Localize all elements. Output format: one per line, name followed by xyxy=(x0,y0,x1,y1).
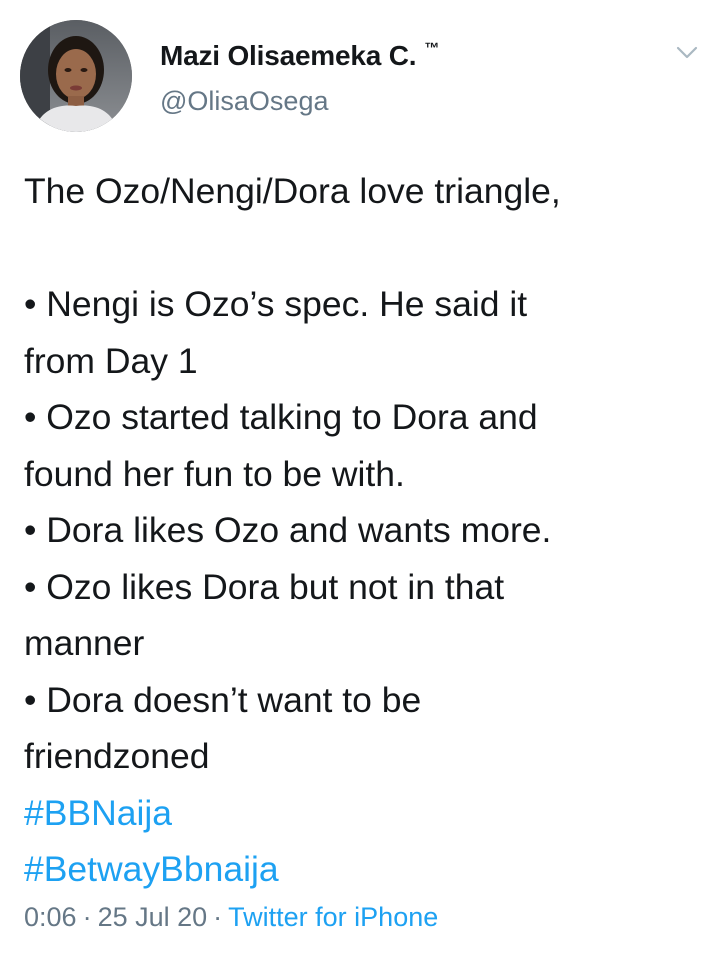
author-name[interactable]: Mazi Olisaemeka C. ™ xyxy=(160,40,439,72)
tweet-line: • Nengi is Ozo’s spec. He said it xyxy=(24,284,528,324)
tweet-text: The Ozo/Nengi/Dora love triangle, • Neng… xyxy=(24,163,704,898)
tweet-options-caret[interactable] xyxy=(672,38,702,68)
tweet-source-link[interactable]: Twitter for iPhone xyxy=(228,902,438,932)
tweet-line: • Ozo started talking to Dora and xyxy=(24,397,538,437)
tweet-line: • Ozo likes Dora but not in that xyxy=(24,566,505,607)
tweet-time[interactable]: 0:06 xyxy=(24,902,77,932)
tweet-line: • Dora likes Ozo and wants more. xyxy=(24,510,552,550)
author-name-text: Mazi Olisaemeka C. xyxy=(160,40,417,71)
tweet-line: The Ozo/Nengi/Dora love triangle, xyxy=(24,171,561,211)
trademark-mark: ™ xyxy=(424,40,440,57)
meta-separator: · xyxy=(82,902,92,932)
tweet-line: friendzoned xyxy=(24,736,210,776)
meta-separator: · xyxy=(213,902,223,932)
tweet-metadata: 0:06 · 25 Jul 20 · Twitter for iPhone xyxy=(24,902,438,933)
hashtag-link[interactable]: #BBNaija xyxy=(24,793,172,833)
tweet-date[interactable]: 25 Jul 20 xyxy=(98,902,208,932)
hashtag-link[interactable]: #BetwayBbnaija xyxy=(24,849,279,889)
avatar[interactable] xyxy=(20,20,132,132)
tweet-line: from Day 1 xyxy=(24,340,198,381)
tweet-line: • Dora doesn’t want to be xyxy=(24,679,422,720)
tweet-line: found her fun to be with. xyxy=(24,453,405,494)
tweet-line: manner xyxy=(24,623,145,663)
chevron-down-icon xyxy=(676,46,698,59)
tweet-card: Mazi Olisaemeka C. ™ @OlisaOsega The Ozo/… xyxy=(0,0,720,954)
author-handle[interactable]: @OlisaOsega xyxy=(160,86,328,117)
avatar-image xyxy=(20,20,132,132)
